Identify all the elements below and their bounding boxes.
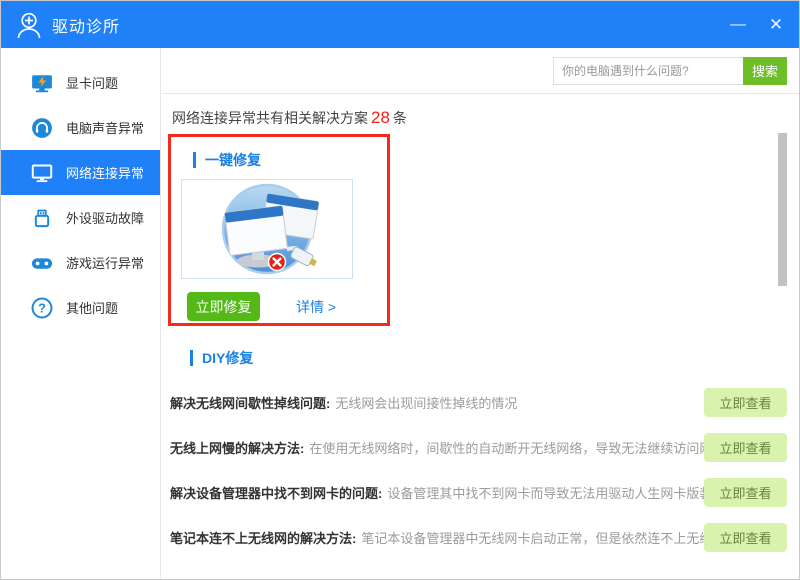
one-key-repair-panel: 一键修复	[168, 134, 390, 326]
diy-section: DIY修复 解决无线网间歇性掉线问题: 无线网会出现间接性掉线的情况 立即查看 …	[162, 348, 799, 560]
network-icon	[31, 162, 53, 184]
sound-icon	[31, 117, 53, 139]
close-button[interactable]: ✕	[757, 1, 795, 48]
sidebar-item-other[interactable]: ? 其他问题	[1, 285, 160, 330]
list-item: 解决无线网间歇性掉线问题: 无线网会出现间接性掉线的情况 立即查看	[162, 380, 799, 425]
view-now-button[interactable]: 立即查看	[704, 523, 787, 552]
svg-text:?: ?	[38, 301, 46, 315]
list-item: 解决设备管理器中找不到网卡的问题: 设备管理其中找不到网卡而导致无法用驱动人生网…	[162, 470, 799, 515]
one-key-section-title: 一键修复	[205, 150, 261, 170]
section-accent-bar	[190, 350, 193, 366]
sidebar-item-game[interactable]: 游戏运行异常	[1, 240, 160, 285]
one-key-section-header: 一键修复	[193, 150, 387, 170]
view-now-button[interactable]: 立即查看	[704, 388, 787, 417]
sidebar: 显卡问题 电脑声音异常 网络连接异常 外设驱动故障 游戏运行异常	[1, 48, 161, 579]
solution-title: 笔记本连不上无线网的解决方法:	[170, 528, 356, 547]
usb-icon	[31, 207, 53, 229]
solution-description: 笔记本设备管理器中无线网卡启动正常，但是依然连不上无线网...	[361, 528, 736, 547]
section-accent-bar	[193, 152, 196, 168]
question-icon: ?	[31, 297, 53, 319]
sidebar-item-label: 外设驱动故障	[66, 208, 144, 227]
sidebar-item-label: 其他问题	[66, 298, 118, 317]
diy-section-title: DIY修复	[202, 348, 253, 368]
solution-description: 设备管理其中找不到网卡而导致无法用驱动人生网卡版装...	[387, 483, 723, 502]
list-item: 无线上网慢的解决方法: 在使用无线网络时，间歇性的自动断开无线网络，导致无法继续…	[162, 425, 799, 470]
view-now-button[interactable]: 立即查看	[704, 478, 787, 507]
title-bar: 驱动诊所 — ✕	[1, 1, 799, 48]
summary-prefix: 网络连接异常共有相关解决方案	[172, 110, 368, 126]
app-window: 驱动诊所 — ✕ 显卡问题 电脑声音异常 网络连接异常	[0, 0, 800, 580]
gpu-icon	[31, 72, 53, 94]
main-content: 搜索 网络连接异常共有相关解决方案28条 一键修复	[162, 48, 799, 579]
sidebar-item-network[interactable]: 网络连接异常	[1, 150, 160, 195]
solution-count: 28	[368, 108, 393, 127]
solution-summary: 网络连接异常共有相关解决方案28条	[162, 94, 799, 128]
network-error-illustration	[181, 179, 353, 279]
view-now-button[interactable]: 立即查看	[704, 433, 787, 462]
sidebar-item-label: 网络连接异常	[66, 163, 144, 182]
sidebar-item-label: 显卡问题	[66, 73, 118, 92]
minimize-button[interactable]: —	[719, 1, 757, 48]
solution-title: 无线上网慢的解决方法:	[170, 438, 304, 457]
solution-description: 无线网会出现间接性掉线的情况	[335, 393, 517, 412]
search-bar: 搜索	[162, 48, 799, 94]
list-item: 笔记本连不上无线网的解决方法: 笔记本设备管理器中无线网卡启动正常，但是依然连不…	[162, 515, 799, 560]
solution-description: 在使用无线网络时，间歇性的自动断开无线网络，导致无法继续访问网络	[309, 438, 725, 457]
sidebar-item-label: 电脑声音异常	[66, 118, 144, 137]
scrollbar-thumb[interactable]	[778, 133, 787, 286]
summary-suffix: 条	[393, 110, 407, 126]
one-key-actions: 立即修复 详情 >	[187, 292, 387, 321]
diy-solution-list: 解决无线网间歇性掉线问题: 无线网会出现间接性掉线的情况 立即查看 无线上网慢的…	[162, 380, 799, 560]
doctor-logo-icon	[14, 9, 44, 41]
sidebar-item-gpu[interactable]: 显卡问题	[1, 60, 160, 105]
solution-title: 解决设备管理器中找不到网卡的问题:	[170, 483, 382, 502]
gamepad-icon	[31, 252, 53, 274]
diy-section-header: DIY修复	[190, 348, 799, 368]
solution-title: 解决无线网间歇性掉线问题:	[170, 393, 330, 412]
details-link[interactable]: 详情 >	[296, 297, 336, 317]
sidebar-item-label: 游戏运行异常	[66, 253, 144, 272]
sidebar-item-sound[interactable]: 电脑声音异常	[1, 105, 160, 150]
repair-now-button[interactable]: 立即修复	[187, 292, 260, 321]
search-button[interactable]: 搜索	[743, 57, 787, 85]
search-input[interactable]	[553, 57, 743, 85]
app-title: 驱动诊所	[52, 13, 120, 37]
sidebar-item-peripheral[interactable]: 外设驱动故障	[1, 195, 160, 240]
